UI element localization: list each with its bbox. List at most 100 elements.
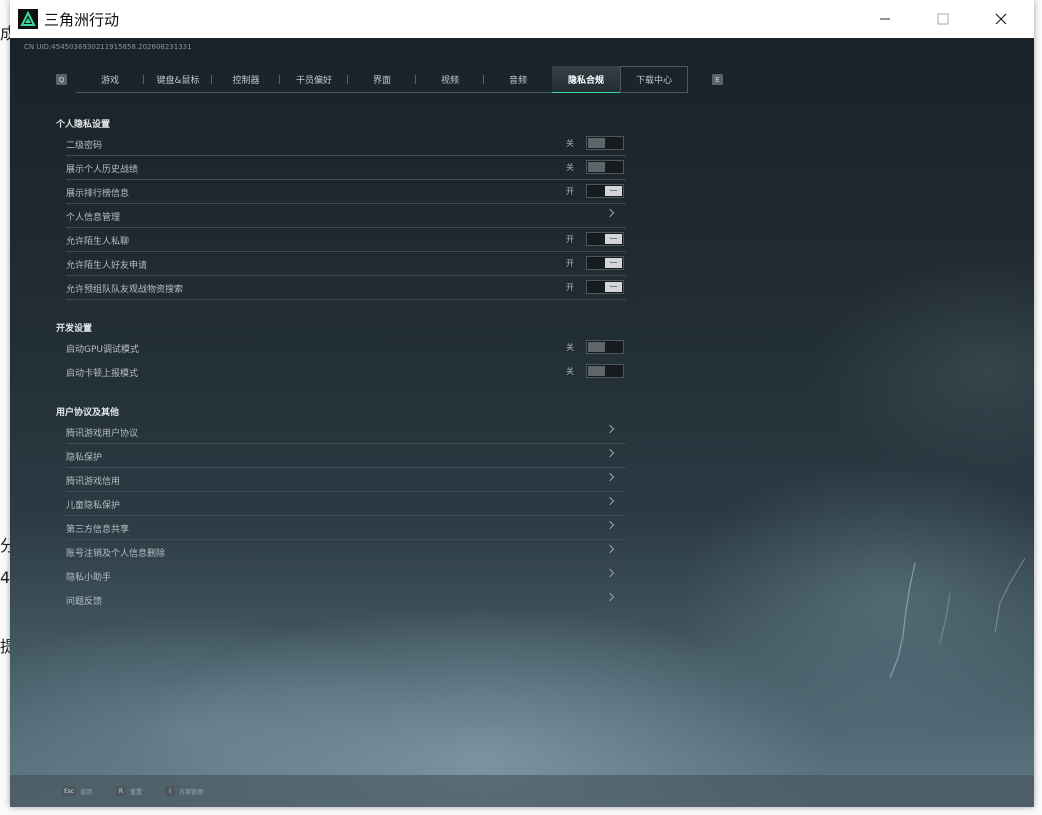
hint-back[interactable]: Esc 返回 — [62, 786, 92, 796]
footer-hint-bar: Esc 返回 R 重置 I 方案管理 — [10, 775, 1034, 807]
link-row-privacy-assistant[interactable]: 隐私小助手 — [66, 564, 626, 588]
toggle-knob — [605, 186, 622, 196]
tab-controller[interactable]: 控制器 — [212, 66, 280, 92]
background-text: 4 — [0, 568, 11, 587]
link-label: 儿童隐私保护 — [66, 501, 121, 511]
prev-tab-key[interactable]: Q — [56, 74, 67, 85]
minimize-icon — [880, 18, 890, 20]
setting-row-personal-info-management[interactable]: 个人信息管理 — [66, 204, 626, 228]
setting-row-stranger-chat[interactable]: 允许陌生人私聊 开 — [66, 228, 626, 252]
next-tab-key[interactable]: E — [712, 74, 723, 85]
link-label: 第三方信息共享 — [66, 525, 130, 535]
setting-label: 展示排行榜信息 — [66, 189, 130, 199]
tab-list: 游戏 键盘&鼠标 控制器 干员偏好 界面 视频 音频 隐私合规 下载中心 — [76, 66, 688, 93]
close-button[interactable] — [978, 0, 1024, 38]
tab-interface[interactable]: 界面 — [348, 66, 416, 92]
hint-key: R — [116, 786, 126, 796]
link-row-child-privacy[interactable]: 儿童隐私保护 — [66, 492, 626, 516]
toggle-state-text: 关 — [566, 343, 574, 352]
link-row-feedback[interactable]: 问题反馈 — [66, 588, 626, 612]
setting-row-stranger-friend-request[interactable]: 允许陌生人好友申请 开 — [66, 252, 626, 276]
toggle-switch[interactable] — [586, 136, 624, 150]
toggle-knob — [588, 342, 605, 352]
toggle-knob — [588, 138, 605, 148]
chevron-right-icon — [605, 520, 615, 530]
chevron-right-icon — [605, 592, 615, 602]
tab-operator-preference[interactable]: 干员偏好 — [280, 66, 348, 92]
toggle-state-text: 开 — [566, 187, 574, 196]
toggle-switch[interactable] — [586, 364, 624, 378]
toggle-knob — [605, 258, 622, 268]
link-row-account-deletion[interactable]: 账号注销及个人信息删除 — [66, 540, 626, 564]
toggle-switch[interactable] — [586, 256, 624, 270]
maximize-button[interactable] — [920, 0, 966, 38]
tab-audio[interactable]: 音频 — [484, 66, 552, 92]
window-title: 三角洲行动 — [44, 11, 120, 29]
toggle-state-text: 关 — [566, 367, 574, 376]
hint-label: 重置 — [130, 788, 143, 796]
chevron-right-icon — [605, 496, 615, 506]
setting-label: 展示个人历史战绩 — [66, 165, 139, 175]
section-title-developer: 开发设置 — [56, 324, 93, 334]
setting-row-show-history[interactable]: 展示个人历史战绩 关 — [66, 156, 626, 180]
toggle-knob — [605, 282, 622, 292]
title-bar[interactable]: 三角洲行动 — [10, 0, 1034, 38]
section-title-privacy: 个人隐私设置 — [56, 120, 111, 130]
link-label: 隐私小助手 — [66, 573, 112, 583]
link-row-privacy-protection[interactable]: 隐私保护 — [66, 444, 626, 468]
toggle-knob — [605, 234, 622, 244]
settings-panel: 个人隐私设置 二级密码 关 展示个人历史战绩 关 展示排行榜信息 开 个人信息管… — [55, 118, 627, 612]
hint-key: I — [165, 786, 175, 796]
toggle-switch[interactable] — [586, 184, 624, 198]
setting-row-stutter-report[interactable]: 启动卡顿上报模式 关 — [66, 360, 626, 384]
chevron-right-icon — [605, 568, 615, 578]
uid-text: CN UID:4545036930211915858.202608231331 — [24, 43, 192, 51]
setting-label: 启动GPU调试模式 — [66, 345, 139, 355]
toggle-knob — [588, 366, 605, 376]
tab-game[interactable]: 游戏 — [76, 66, 144, 92]
toggle-knob — [588, 162, 605, 172]
delta-force-logo-icon — [18, 9, 38, 29]
toggle-switch[interactable] — [586, 340, 624, 354]
hint-label: 方案管理 — [179, 788, 204, 796]
setting-row-gpu-debug[interactable]: 启动GPU调试模式 关 — [66, 336, 626, 360]
setting-row-show-leaderboard[interactable]: 展示排行榜信息 开 — [66, 180, 626, 204]
link-label: 隐私保护 — [66, 453, 103, 463]
chevron-right-icon — [605, 472, 615, 482]
setting-row-teammate-spectate-search[interactable]: 允许预组队队友观战物资搜索 开 — [66, 276, 626, 300]
maximize-icon — [937, 13, 949, 25]
link-row-third-party-sharing[interactable]: 第三方信息共享 — [66, 516, 626, 540]
minimize-button[interactable] — [862, 0, 908, 38]
toggle-switch[interactable] — [586, 280, 624, 294]
toggle-state-text: 关 — [566, 139, 574, 148]
link-label: 账号注销及个人信息删除 — [66, 549, 166, 559]
hint-label: 返回 — [80, 788, 93, 796]
tab-download-center[interactable]: 下载中心 — [620, 66, 688, 92]
game-window: 三角洲行动 CN UID:4545036930211915858.2026082… — [10, 0, 1034, 807]
setting-label: 允许陌生人好友申请 — [66, 261, 148, 271]
link-row-game-credit[interactable]: 腾讯游戏信用 — [66, 468, 626, 492]
toggle-switch[interactable] — [586, 160, 624, 174]
tab-keyboard-mouse[interactable]: 键盘&鼠标 — [144, 66, 212, 92]
setting-label: 允许预组队队友观战物资搜索 — [66, 285, 184, 295]
link-row-user-agreement[interactable]: 腾讯游戏用户协议 — [66, 420, 626, 444]
tab-privacy-compliance[interactable]: 隐私合规 — [552, 66, 620, 93]
chevron-right-icon — [605, 424, 615, 434]
chevron-right-icon — [605, 448, 615, 458]
close-icon — [995, 13, 1007, 25]
link-label: 腾讯游戏信用 — [66, 477, 121, 487]
link-label: 腾讯游戏用户协议 — [66, 429, 139, 439]
toggle-state-text: 开 — [566, 283, 574, 292]
setting-label: 允许陌生人私聊 — [66, 237, 130, 247]
toggle-switch[interactable] — [586, 232, 624, 246]
game-settings-screen: CN UID:4545036930211915858.202608231331 … — [10, 38, 1034, 807]
chevron-right-icon — [605, 208, 615, 218]
hint-scheme-manage[interactable]: I 方案管理 — [165, 786, 203, 796]
setting-label: 个人信息管理 — [66, 213, 121, 223]
chevron-right-icon — [605, 544, 615, 554]
toggle-state-text: 开 — [566, 235, 574, 244]
setting-row-secondary-password[interactable]: 二级密码 关 — [66, 132, 626, 156]
toggle-state-text: 关 — [566, 163, 574, 172]
hint-reset[interactable]: R 重置 — [116, 786, 142, 796]
tab-video[interactable]: 视频 — [416, 66, 484, 92]
